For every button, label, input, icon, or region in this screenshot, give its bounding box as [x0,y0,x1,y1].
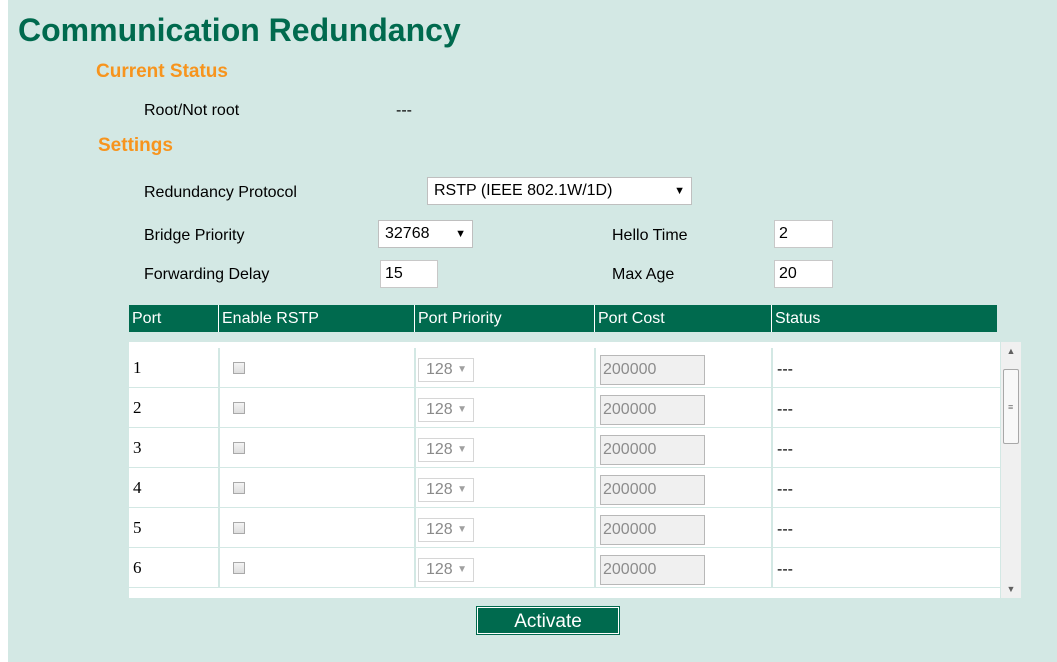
port-priority-value: 128 [426,441,453,458]
column-header-port-cost: Port Cost [594,305,771,332]
forwarding-delay-label: Forwarding Delay [144,266,270,283]
chevron-down-icon: ▼ [674,185,685,197]
content-panel: Communication Redundancy Current Status … [8,0,1057,662]
root-status-label: Root/Not root [144,102,240,119]
chevron-down-icon: ▼ [457,404,467,415]
port-priority-value: 128 [426,481,453,498]
enable-rstp-checkbox[interactable] [233,442,245,454]
port-number: 2 [133,398,142,417]
activate-button[interactable]: Activate [476,606,620,635]
page-title: Communication Redundancy [18,12,461,48]
scrollbar-thumb[interactable]: ≡ [1003,369,1019,444]
chevron-down-icon: ▼ [457,524,467,535]
table-row: 1 128 ▼ 200000 --- [129,348,1000,388]
max-age-label: Max Age [612,266,675,283]
table-row: 5 128 ▼ 200000 --- [129,508,1000,548]
port-priority-value: 128 [426,401,453,418]
port-cost-input[interactable]: 200000 [600,395,705,425]
enable-rstp-checkbox[interactable] [233,562,245,574]
port-cost-input[interactable]: 200000 [600,355,705,385]
port-priority-select[interactable]: 128 ▼ [418,438,474,462]
port-status: --- [777,521,793,538]
port-number: 5 [133,518,142,537]
table-header: Port Enable RSTP Port Priority Port Cost… [129,305,997,332]
port-cost-input[interactable]: 200000 [600,515,705,545]
table-scrollbar[interactable]: ▲ ≡ ▼ [1001,342,1021,598]
chevron-down-icon: ▼ [457,444,467,455]
chevron-down-icon: ▼ [455,228,466,240]
port-status: --- [777,481,793,498]
hello-time-label: Hello Time [612,227,688,244]
chevron-down-icon: ▼ [457,484,467,495]
redundancy-protocol-select[interactable]: RSTP (IEEE 802.1W/1D) ▼ [427,177,692,205]
enable-rstp-checkbox[interactable] [233,362,245,374]
port-number: 3 [133,438,142,457]
port-priority-select[interactable]: 128 ▼ [418,518,474,542]
bridge-priority-label: Bridge Priority [144,227,245,244]
enable-rstp-checkbox[interactable] [233,402,245,414]
table-row: 4 128 ▼ 200000 --- [129,468,1000,508]
root-status-value: --- [396,102,412,119]
max-age-input[interactable]: 20 [774,260,833,288]
settings-heading: Settings [98,135,173,156]
port-table-body: 1 128 ▼ 200000 --- 2 128 ▼ 200000 --- 3 12… [129,342,1000,598]
table-row: 3 128 ▼ 200000 --- [129,428,1000,468]
port-status: --- [777,561,793,578]
port-status: --- [777,361,793,378]
scroll-down-icon[interactable]: ▼ [1001,580,1021,598]
port-cost-input[interactable]: 200000 [600,475,705,505]
column-header-enable-rstp: Enable RSTP [218,305,414,332]
bridge-priority-value: 32768 [385,225,430,242]
port-cost-input[interactable]: 200000 [600,555,705,585]
port-priority-select[interactable]: 128 ▼ [418,558,474,582]
redundancy-protocol-label: Redundancy Protocol [144,184,297,201]
redundancy-protocol-value: RSTP (IEEE 802.1W/1D) [434,182,613,199]
chevron-down-icon: ▼ [457,564,467,575]
scroll-up-icon[interactable]: ▲ [1001,342,1021,360]
grip-icon: ≡ [1008,402,1014,412]
port-priority-value: 128 [426,561,453,578]
forwarding-delay-input[interactable]: 15 [380,260,438,288]
port-priority-select[interactable]: 128 ▼ [418,398,474,422]
column-header-port: Port [132,310,162,327]
column-header-port-priority: Port Priority [414,305,594,332]
current-status-heading: Current Status [96,61,228,82]
port-cost-input[interactable]: 200000 [600,435,705,465]
column-header-status: Status [771,305,997,332]
port-number: 6 [133,558,142,577]
port-priority-value: 128 [426,361,453,378]
chevron-down-icon: ▼ [457,364,467,375]
enable-rstp-checkbox[interactable] [233,522,245,534]
bridge-priority-select[interactable]: 32768 ▼ [378,220,473,248]
port-priority-value: 128 [426,521,453,538]
hello-time-input[interactable]: 2 [774,220,833,248]
port-priority-select[interactable]: 128 ▼ [418,358,474,382]
port-status: --- [777,401,793,418]
table-row: 6 128 ▼ 200000 --- [129,548,1000,588]
port-status: --- [777,441,793,458]
port-priority-select[interactable]: 128 ▼ [418,478,474,502]
enable-rstp-checkbox[interactable] [233,482,245,494]
port-number: 1 [133,358,142,377]
port-number: 4 [133,478,142,497]
table-row: 2 128 ▼ 200000 --- [129,388,1000,428]
